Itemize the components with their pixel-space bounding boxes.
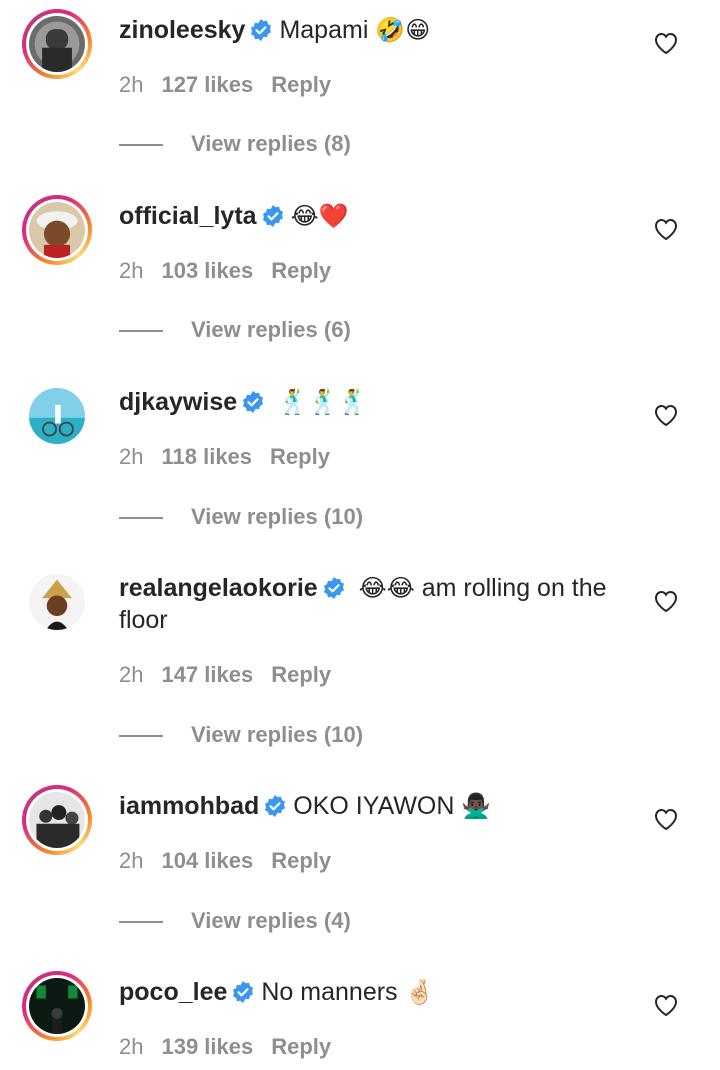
verified-badge-icon [233,981,254,1003]
heart-outline-icon[interactable] [653,31,679,55]
avatar[interactable] [22,785,92,855]
likes-count[interactable]: 103 likes [161,258,253,283]
divider-line [119,517,163,520]
username[interactable]: zinoleesky [119,16,245,44]
likes-count[interactable]: 127 likes [161,72,253,97]
username[interactable]: realangelaokorie [119,574,318,602]
divider-line [119,144,163,147]
comment-body: iammohbad OKO IYAWON 🙅🏿‍♂️ [119,790,629,822]
comment-emoji: 😂❤️ [290,202,349,230]
comment-emoji: 🤞🏻 [404,978,435,1006]
comment-meta: 2h 104 likes Reply [119,846,349,876]
verified-badge-icon [262,205,283,227]
comment-time: 2h [119,662,144,687]
comment-meta: 2h 118 likes Reply [119,442,348,472]
comment-emoji: 🕺🕺🕺 [278,388,368,416]
view-replies-label: View replies (6) [191,317,351,342]
comment-time: 2h [119,848,144,873]
comment-time: 2h [119,444,144,469]
reply-button[interactable]: Reply [270,444,330,469]
reply-button[interactable]: Reply [271,72,331,97]
comment-emoji: 😂😂 [358,574,415,602]
reply-button[interactable]: Reply [271,1034,331,1059]
comment-text: No manners [261,978,398,1006]
comment-time: 2h [119,1034,144,1059]
comment-emoji: 🙅🏿‍♂️ [461,792,492,820]
username[interactable]: iammohbad [119,792,259,820]
heart-outline-icon[interactable] [653,217,679,241]
comment-meta: 2h 147 likes Reply [119,660,349,690]
username[interactable]: official_lyta [119,202,257,230]
likes-count[interactable]: 104 likes [161,848,253,873]
verified-badge-icon [323,577,344,599]
avatar[interactable] [22,971,92,1041]
heart-outline-icon[interactable] [653,589,679,613]
avatar[interactable] [22,381,92,451]
view-replies-label: View replies (4) [191,908,351,933]
username[interactable]: poco_lee [119,978,227,1006]
heart-outline-icon[interactable] [653,807,679,831]
view-replies-label: View replies (10) [191,504,364,529]
comment-body: zinoleesky Mapami 🤣😁 [119,14,629,46]
comment-meta: 2h 127 likes Reply [119,70,349,100]
verified-badge-icon [251,19,272,41]
comment-body: djkaywise 🕺🕺🕺 [119,386,629,418]
view-replies-label: View replies (10) [191,722,364,747]
heart-outline-icon[interactable] [653,403,679,427]
view-replies-button[interactable]: View replies (10) [119,502,363,532]
comment-body: poco_lee No manners 🤞🏻 [119,976,629,1008]
view-replies-button[interactable]: View replies (10) [119,720,363,750]
view-replies-label: View replies (8) [191,131,351,156]
comment-time: 2h [119,258,144,283]
heart-outline-icon[interactable] [653,993,679,1017]
comment-emoji: 🤣😁 [375,16,431,44]
comment-text: OKO IYAWON [293,792,455,820]
likes-count[interactable]: 139 likes [161,1034,253,1059]
username[interactable]: djkaywise [119,388,237,416]
divider-line [119,735,163,738]
view-replies-button[interactable]: View replies (4) [119,906,351,936]
verified-badge-icon [265,795,286,817]
likes-count[interactable]: 118 likes [161,444,252,469]
likes-count[interactable]: 147 likes [161,662,253,687]
avatar[interactable] [22,567,92,637]
comment-meta: 2h 103 likes Reply [119,256,349,286]
view-replies-button[interactable]: View replies (8) [119,129,351,159]
avatar[interactable] [22,195,92,265]
reply-button[interactable]: Reply [271,258,331,283]
comment-text: Mapami [279,16,369,44]
avatar[interactable] [22,9,92,79]
reply-button[interactable]: Reply [271,848,331,873]
verified-badge-icon [243,391,264,413]
reply-button[interactable]: Reply [271,662,331,687]
divider-line [119,921,163,924]
comment-meta: 2h 139 likes Reply [119,1032,349,1062]
comment-body: realangelaokorie 😂😂 am rolling on the fl… [119,572,629,636]
divider-line [119,330,163,333]
comment-time: 2h [119,72,144,97]
comment-body: official_lyta 😂❤️ [119,200,629,232]
view-replies-button[interactable]: View replies (6) [119,315,351,345]
